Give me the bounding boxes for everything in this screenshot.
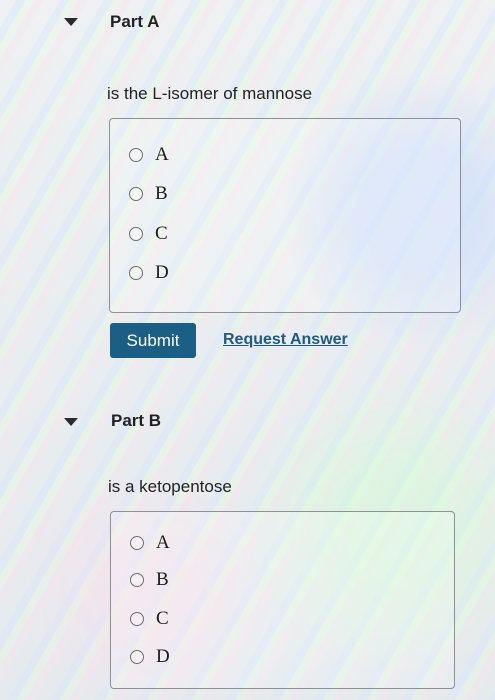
part-b-option-a[interactable]: A: [130, 532, 170, 554]
request-answer-link[interactable]: Request Answer: [223, 331, 348, 349]
part-b-option-c[interactable]: C: [130, 608, 169, 630]
radio-icon[interactable]: [129, 187, 143, 201]
option-label: C: [155, 223, 168, 244]
part-b-question: is a ketopentose: [108, 477, 232, 496]
part-b-option-d[interactable]: D: [130, 646, 170, 668]
part-b-title: Part B: [111, 411, 162, 430]
option-label: B: [156, 569, 169, 590]
option-label: B: [155, 183, 168, 204]
part-b-option-b[interactable]: B: [130, 569, 169, 591]
radio-icon[interactable]: [129, 266, 143, 280]
option-label: C: [156, 608, 169, 629]
option-label: D: [156, 646, 170, 667]
radio-icon[interactable]: [130, 573, 144, 587]
option-label: D: [155, 262, 169, 283]
part-a-option-a[interactable]: A: [129, 144, 169, 166]
part-a-title: Part A: [110, 12, 160, 31]
part-a-collapse-icon[interactable]: [64, 18, 78, 26]
part-a-option-d[interactable]: D: [129, 262, 169, 284]
part-a-option-c[interactable]: C: [129, 223, 168, 245]
radio-icon[interactable]: [130, 612, 144, 626]
radio-icon[interactable]: [129, 227, 143, 241]
part-a-question: is the L-isomer of mannose: [107, 84, 313, 103]
radio-icon[interactable]: [130, 536, 144, 550]
radio-icon[interactable]: [130, 650, 144, 664]
option-label: A: [156, 532, 170, 553]
radio-icon[interactable]: [129, 148, 143, 162]
part-a-option-b[interactable]: B: [129, 183, 168, 205]
part-b-options-box: A B C D: [110, 511, 455, 689]
part-a-options-box: A B C D: [109, 118, 461, 313]
submit-button[interactable]: Submit: [110, 323, 196, 358]
part-b-collapse-icon[interactable]: [64, 418, 78, 426]
option-label: A: [155, 144, 169, 165]
